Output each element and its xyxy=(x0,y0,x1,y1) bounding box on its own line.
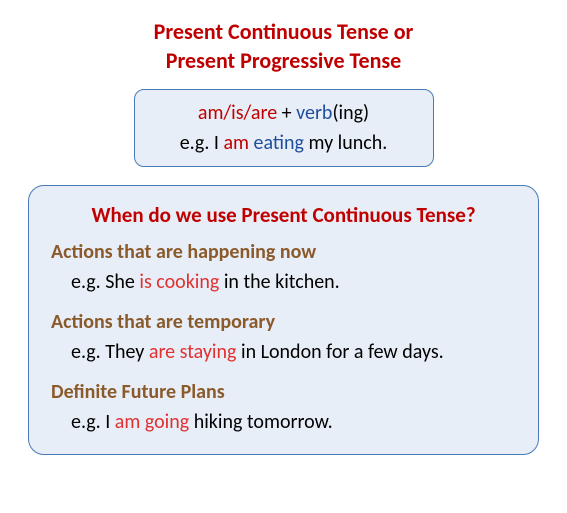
usage-eg1-prefix: e.g. She xyxy=(71,270,139,294)
formula-eg-aux: am xyxy=(223,131,249,155)
formula-paren-close: ) xyxy=(363,101,369,125)
formula-plus: + xyxy=(277,101,296,125)
usage-eg2-prefix: e.g. They xyxy=(71,340,149,364)
formula-box: am/is/are + verb(ing) e.g. I am eating m… xyxy=(134,89,434,167)
formula-line: am/is/are + verb(ing) xyxy=(151,98,417,128)
usage-eg3-highlight: am going xyxy=(115,410,189,434)
formula-ing: ing xyxy=(339,101,364,125)
usage-example-3: e.g. I am going hiking tomorrow. xyxy=(71,410,516,434)
usage-example-2: e.g. They are staying in London for a fe… xyxy=(71,340,516,364)
usage-box: When do we use Present Continuous Tense?… xyxy=(28,185,539,455)
usage-eg1-highlight: is cooking xyxy=(139,270,219,294)
formula-eg-prefix: e.g. I xyxy=(180,131,224,155)
usage-eg3-rest: hiking tomorrow. xyxy=(189,410,332,434)
usage-eg3-prefix: e.g. I xyxy=(71,410,115,434)
formula-example: e.g. I am eating my lunch. xyxy=(151,128,417,158)
formula-aux: am/is/are xyxy=(198,101,277,125)
usage-question: When do we use Present Continuous Tense? xyxy=(51,202,516,228)
usage-eg2-rest: in London for a few days. xyxy=(236,340,443,364)
usage-eg1-rest: in the kitchen. xyxy=(219,270,339,294)
formula-verb: verb xyxy=(296,101,332,125)
title-line-2: Present Progressive Tense xyxy=(166,47,402,74)
usage-example-1: e.g. She is cooking in the kitchen. xyxy=(71,270,516,294)
formula-eg-rest: my lunch. xyxy=(304,131,387,155)
usage-heading-2: Actions that are temporary xyxy=(51,310,516,334)
usage-heading-3: Definite Future Plans xyxy=(51,380,516,404)
formula-eg-verb: eating xyxy=(254,131,304,155)
title-line-1: Present Continuous Tense or xyxy=(154,18,414,45)
usage-heading-1: Actions that are happening now xyxy=(51,240,516,264)
main-title: Present Continuous Tense or Present Prog… xyxy=(20,18,547,75)
usage-eg2-highlight: are staying xyxy=(149,340,237,364)
